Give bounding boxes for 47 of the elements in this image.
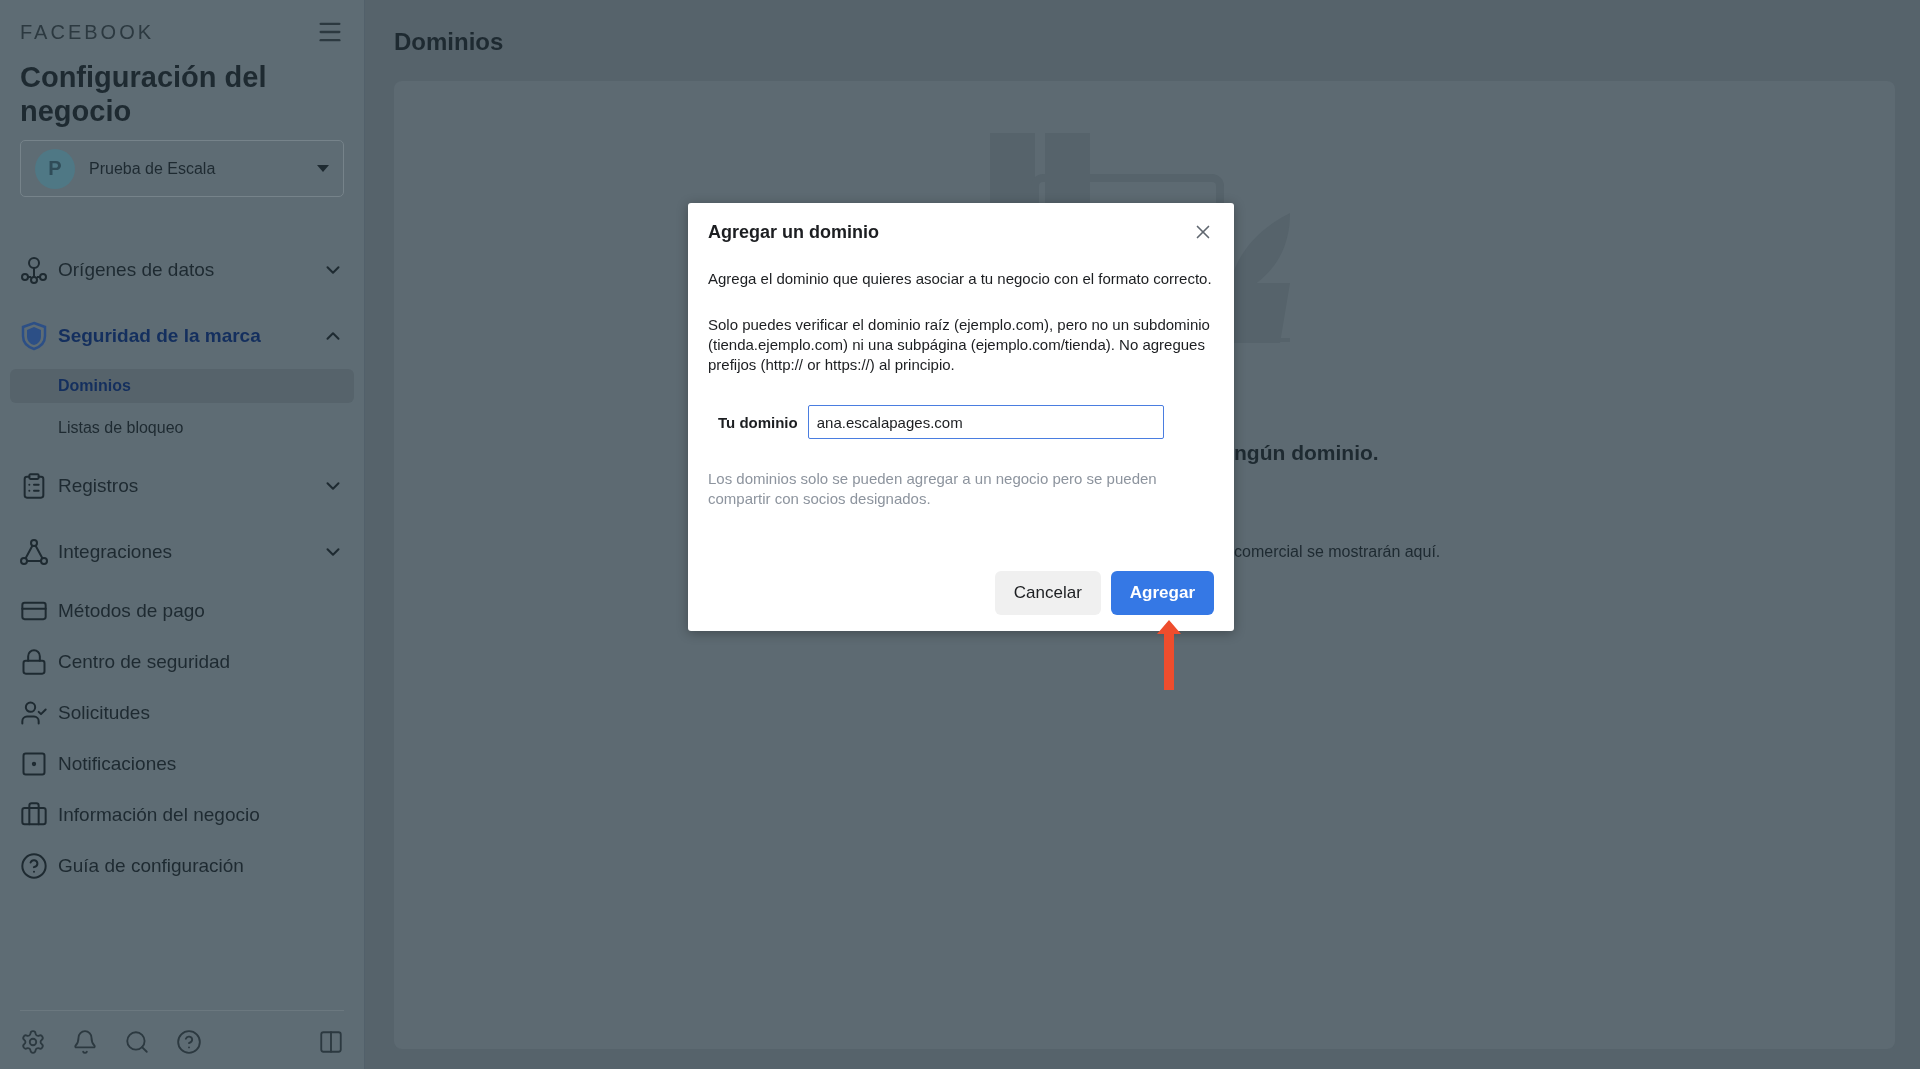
page-title: Configuración del negocio [20,60,268,128]
lock-icon [20,647,48,676]
account-name: Prueba de Escala [89,159,217,178]
shield-icon [20,321,48,351]
search-button[interactable] [124,1029,150,1055]
sidebar-subitem[interactable]: Dominios [10,369,354,403]
help-icon [20,851,48,880]
sidebar-item[interactable]: Información del negocio [10,789,354,840]
domain-input[interactable]: ana.escalapages.com [807,405,1164,439]
sidebar-item-label: Métodos de pago [58,599,206,622]
dialog-title: Agregar un dominio [708,221,879,243]
sidebar-item-label: Guía de configuración [58,854,245,877]
sidebar-item[interactable]: Registros [10,453,354,519]
sidebar-item-label: Notificaciones [58,752,178,775]
caret-icon [317,165,329,172]
sidebar-item[interactable]: Seguridad de la marca [10,303,354,369]
sidebar-item-label: Seguridad de la marca [58,325,262,347]
add-button[interactable]: Agregar [1110,571,1214,615]
nodes-icon [20,256,48,284]
sidebar-subitem[interactable]: Listas de bloqueo [10,403,354,453]
sidebar-item[interactable]: Notificaciones [10,738,354,789]
sidebar-item-label: Información del negocio [58,803,261,826]
sidebar-item[interactable]: Integraciones [10,519,354,585]
sidebar-item-label: Orígenes de datos [58,259,216,281]
dialog-note: Los dominios solo se pueden agregar a un negocio pero se pueden compartir con socios designados. [708,469,1158,509]
panel-toggle-button[interactable] [318,1029,344,1055]
sidebar-item-label: Centro de seguridad [58,650,232,673]
sidebar-item-label: Integraciones [58,541,174,563]
dialog-text: Agrega el dominio que quieres asociar a tu negocio con el formato correcto. [708,269,1213,289]
dialog-text: Solo puedes verificar el dominio raíz (ejemplo.com), pero no un subdominio (tienda.ejemplo.com) ni una subpágina (ejemplo.com/tienda). No agregues prefijos (http:// or https://) al principio. [708,315,1211,375]
field-label: Tu dominio [718,413,798,431]
arrow-icon [1157,620,1181,690]
sidebar-item[interactable]: Solicitudes [10,687,354,738]
sidebar-item[interactable]: Métodos de pago [10,585,354,636]
sidebar-item[interactable]: Centro de seguridad [10,636,354,687]
sidebar-item-label: Registros [58,475,140,497]
help-button[interactable] [176,1029,202,1055]
empty-state-text: comercial se mostrarán aquí. [1234,543,1442,561]
sidebar-item-label: Solicitudes [58,701,151,724]
settings-button[interactable] [20,1029,46,1055]
empty-state-heading: ngún dominio. [1234,441,1380,465]
sidebar-item[interactable]: Orígenes de datos [10,237,354,303]
notifications-button[interactable] [72,1029,98,1055]
cancel-button[interactable]: Cancelar [994,571,1101,615]
section-title: Dominios [394,28,505,56]
connected-nodes-icon [20,538,48,566]
sidebar-item[interactable]: Guía de configuración [10,840,354,891]
